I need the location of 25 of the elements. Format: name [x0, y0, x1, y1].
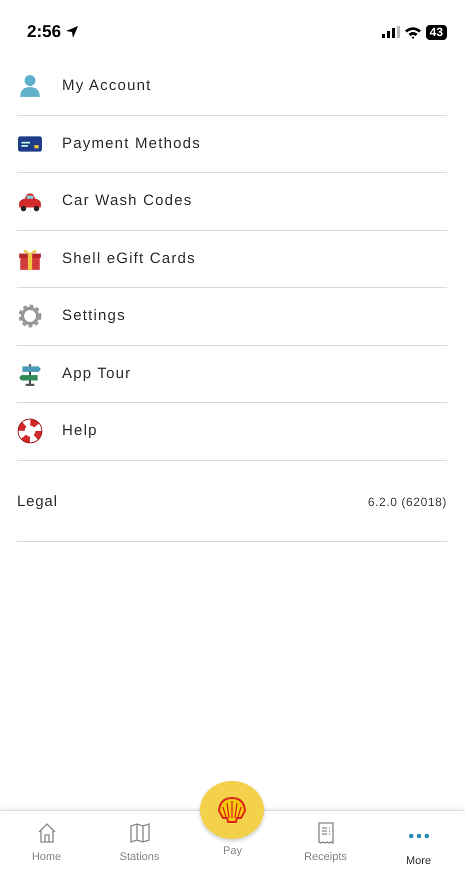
battery-level: 43 — [426, 24, 447, 40]
tab[interactable]: Home — [0, 811, 93, 885]
tab[interactable]: Stations — [93, 811, 186, 885]
menu-item[interactable]: App Tour — [62, 362, 132, 385]
status-time: 2:56 — [27, 21, 62, 44]
app-version: 6.2.0 (62018) — [368, 494, 447, 510]
pay-button[interactable] — [200, 781, 264, 839]
gear-icon — [17, 303, 43, 330]
tab[interactable]: More — [372, 811, 465, 885]
menu-item[interactable]: Payment Methods — [62, 132, 201, 155]
menu-item[interactable]: Car Wash Codes — [62, 190, 192, 212]
map-icon — [128, 821, 152, 845]
lifebuoy-icon — [17, 418, 43, 444]
menu-item[interactable]: Help — [62, 420, 98, 442]
menu-item[interactable]: My Account — [62, 75, 152, 98]
menu-item[interactable]: Settings — [62, 305, 126, 328]
signal-icon — [382, 26, 400, 38]
menu-item[interactable]: Shell eGift Cards — [62, 248, 196, 270]
tab[interactable]: Pay — [186, 841, 279, 885]
shell-logo-icon — [218, 797, 246, 823]
more-icon — [408, 833, 428, 839]
tab[interactable]: Receipts — [279, 811, 372, 885]
wifi-icon — [404, 26, 422, 38]
legal-link[interactable]: Legal — [17, 490, 58, 513]
location-arrow-icon — [65, 25, 80, 39]
